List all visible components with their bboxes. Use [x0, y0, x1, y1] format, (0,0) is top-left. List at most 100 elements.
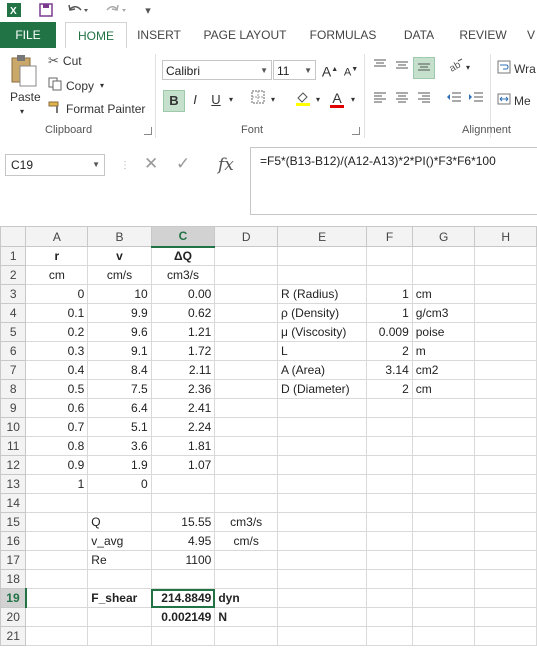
row-header-1[interactable]: 1 [0, 246, 27, 266]
cell-c2[interactable]: cm3/s [150, 265, 216, 285]
cell-h6[interactable] [474, 341, 537, 361]
cell-d1[interactable] [214, 246, 278, 266]
cell-h12[interactable] [474, 455, 537, 475]
cell-a19[interactable] [25, 588, 89, 608]
align-middle-icon[interactable] [392, 58, 412, 78]
cell-c20[interactable]: 0.002149 [150, 607, 216, 627]
cell-a4[interactable]: 0.1 [25, 303, 89, 323]
cell-b12[interactable]: 1.9 [87, 455, 152, 475]
cell-g18[interactable] [411, 569, 476, 589]
cell-c10[interactable]: 2.24 [150, 417, 216, 437]
cell-c9[interactable]: 2.41 [150, 398, 216, 418]
cell-g14[interactable] [411, 493, 476, 513]
cell-b15[interactable]: Q [87, 512, 152, 532]
cell-b21[interactable] [87, 626, 152, 646]
cell-d6[interactable] [214, 341, 278, 361]
cell-a16[interactable] [25, 531, 89, 551]
cell-g8[interactable]: cm [411, 379, 476, 399]
cell-d20[interactable]: N [214, 607, 278, 627]
cell-h21[interactable] [474, 626, 537, 646]
cell-e7[interactable]: A (Area) [276, 360, 368, 380]
cell-h18[interactable] [474, 569, 537, 589]
copy-button[interactable]: Copy ▾ [48, 77, 104, 94]
cell-b3[interactable]: 10 [87, 284, 152, 304]
cell-g7[interactable]: cm2 [411, 360, 476, 380]
tab-file[interactable]: FILE [0, 22, 56, 48]
cell-e6[interactable]: L [276, 341, 368, 361]
cell-c11[interactable]: 1.81 [150, 436, 216, 456]
cell-a17[interactable] [25, 550, 89, 570]
cell-b14[interactable] [87, 493, 152, 513]
font-launcher-icon[interactable] [352, 127, 360, 135]
cell-g17[interactable] [411, 550, 476, 570]
tab-page-layout[interactable]: PAGE LAYOUT [198, 22, 292, 48]
row-header-13[interactable]: 13 [0, 474, 27, 494]
cell-f3[interactable]: 1 [366, 284, 413, 304]
cell-h16[interactable] [474, 531, 537, 551]
cell-h17[interactable] [474, 550, 537, 570]
cell-d10[interactable] [214, 417, 278, 437]
tab-formulas[interactable]: FORMULAS [305, 22, 381, 48]
cell-f16[interactable] [366, 531, 413, 551]
cell-c17[interactable]: 1100 [150, 550, 216, 570]
cell-h2[interactable] [474, 265, 537, 285]
cell-e19[interactable] [276, 588, 368, 608]
cell-a11[interactable]: 0.8 [25, 436, 89, 456]
cell-c12[interactable]: 1.07 [150, 455, 216, 475]
name-box[interactable]: C19 ▼ [5, 154, 105, 176]
row-header-7[interactable]: 7 [0, 360, 27, 380]
cell-b5[interactable]: 9.6 [87, 322, 152, 342]
cell-b11[interactable]: 3.6 [87, 436, 152, 456]
tab-data[interactable]: DATA [394, 22, 444, 48]
cell-a18[interactable] [25, 569, 89, 589]
clipboard-icon[interactable] [8, 54, 38, 90]
enter-icon[interactable]: ✓ [176, 154, 190, 174]
clipboard-launcher-icon[interactable] [144, 127, 152, 135]
cell-h8[interactable] [474, 379, 537, 399]
cell-c8[interactable]: 2.36 [150, 379, 216, 399]
wrap-text-button[interactable]: Wra [497, 60, 536, 77]
fill-color-icon[interactable] [293, 90, 313, 110]
column-header-h[interactable]: H [474, 226, 537, 247]
cell-d16[interactable]: cm/s [214, 531, 278, 551]
cell-g10[interactable] [411, 417, 476, 437]
cell-d21[interactable] [214, 626, 278, 646]
cell-g12[interactable] [411, 455, 476, 475]
underline-dropdown-icon[interactable]: ▾ [226, 90, 236, 110]
cell-d8[interactable] [214, 379, 278, 399]
row-header-17[interactable]: 17 [0, 550, 27, 570]
cell-e8[interactable]: D (Diameter) [276, 379, 368, 399]
row-header-10[interactable]: 10 [0, 417, 27, 437]
cell-a8[interactable]: 0.5 [25, 379, 89, 399]
cell-d15[interactable]: cm3/s [214, 512, 278, 532]
cell-c4[interactable]: 0.62 [150, 303, 216, 323]
cell-h7[interactable] [474, 360, 537, 380]
increase-indent-icon[interactable] [466, 90, 486, 110]
paste-button[interactable]: Paste [10, 90, 41, 104]
cell-g15[interactable] [411, 512, 476, 532]
cell-f1[interactable] [366, 246, 413, 266]
cell-f6[interactable]: 2 [366, 341, 413, 361]
cell-e13[interactable] [276, 474, 368, 494]
align-right-icon[interactable] [414, 90, 434, 110]
cell-c7[interactable]: 2.11 [150, 360, 216, 380]
cell-e3[interactable]: R (Radius) [276, 284, 368, 304]
customize-toolbar-icon[interactable]: ▾ [142, 2, 154, 18]
cell-b9[interactable]: 6.4 [87, 398, 152, 418]
cell-h1[interactable] [474, 246, 537, 266]
tab-home[interactable]: HOME [65, 22, 127, 50]
cell-b20[interactable] [87, 607, 152, 627]
cell-g2[interactable] [411, 265, 476, 285]
cell-b8[interactable]: 7.5 [87, 379, 152, 399]
cell-d18[interactable] [214, 569, 278, 589]
cell-e17[interactable] [276, 550, 368, 570]
row-header-14[interactable]: 14 [0, 493, 27, 513]
format-painter-button[interactable]: Format Painter [48, 100, 145, 117]
cell-d12[interactable] [214, 455, 278, 475]
cell-f14[interactable] [366, 493, 413, 513]
cell-e21[interactable] [276, 626, 368, 646]
italic-button[interactable]: I [185, 90, 205, 110]
cell-a1[interactable]: r [25, 246, 89, 266]
cell-f12[interactable] [366, 455, 413, 475]
borders-icon[interactable] [248, 90, 268, 110]
